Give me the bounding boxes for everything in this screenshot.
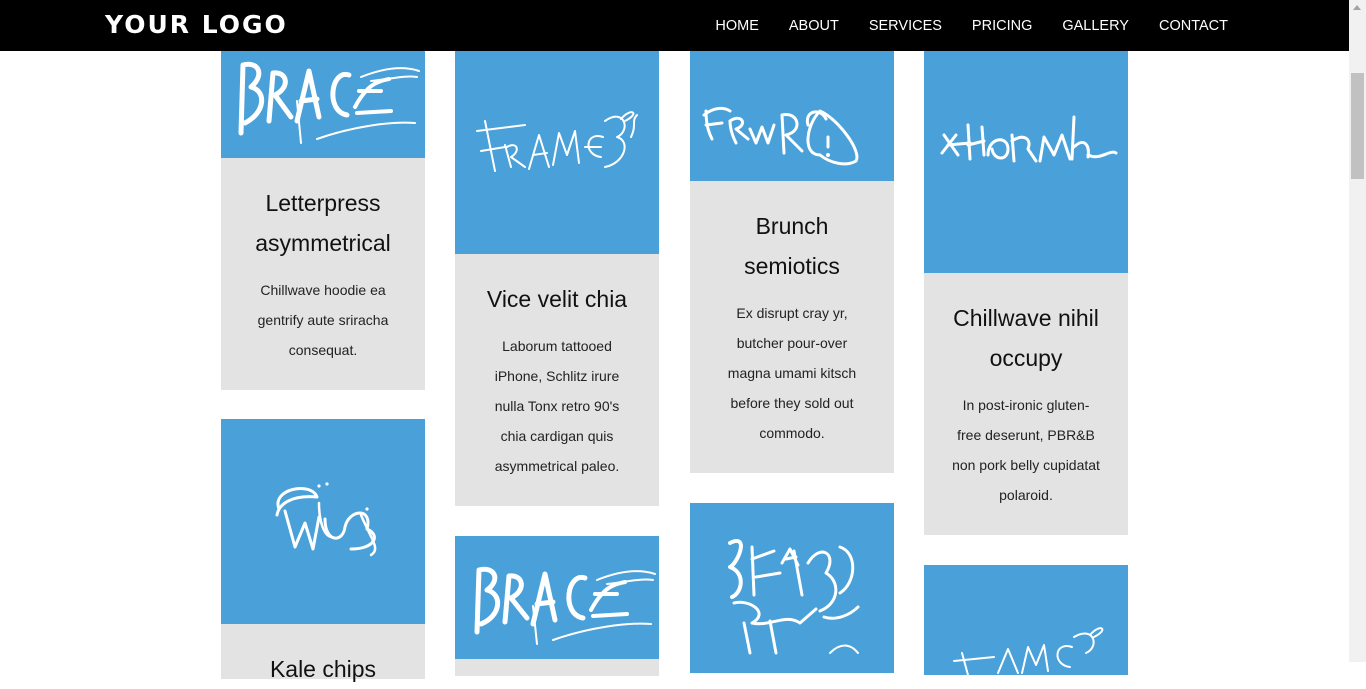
nav-contact[interactable]: CONTACT — [1159, 18, 1228, 34]
card-title: Vice velit chia — [486, 286, 628, 312]
scroll-thumb[interactable] — [1351, 73, 1364, 179]
card-description: In post-ironic gluten- free deserunt, PB… — [952, 397, 1100, 503]
gallery-card[interactable] — [924, 565, 1128, 675]
gallery-card[interactable]: Kale chips — [221, 419, 425, 682]
nav-about[interactable]: ABOUT — [789, 18, 839, 34]
nav-pricing[interactable]: PRICING — [972, 18, 1032, 34]
gallery-card[interactable]: Letterpress asymmetrical Chillwave hoodi… — [221, 51, 425, 390]
circle-tag-image — [221, 419, 425, 624]
gallery-card[interactable]: Chillwave nihil occupy In post-ironic gl… — [924, 51, 1128, 535]
brace-tag-image — [221, 51, 425, 158]
fenwo-tag-image — [690, 51, 894, 181]
card-title: Brunch semiotics — [744, 213, 840, 279]
frames-tag-image — [924, 565, 1128, 675]
gallery-card[interactable]: Brunch semiotics Ex disrupt cray yr, but… — [690, 51, 894, 473]
frames-tag-image — [455, 51, 659, 254]
card-description: Laborum tattooed iPhone, Schlitz irure n… — [494, 338, 620, 474]
nav-home[interactable]: HOME — [715, 18, 759, 34]
top-navbar: YOUR LOGO HOME ABOUT SERVICES PRICING GA… — [0, 0, 1349, 51]
scribble-tag-image — [690, 503, 894, 673]
card-description: Ex disrupt cray yr, butcher pour-over ma… — [727, 305, 857, 441]
scroll-up-arrow-icon[interactable] — [1353, 5, 1361, 10]
page-scrollbar[interactable] — [1349, 0, 1366, 662]
card-title: Kale chips — [269, 656, 377, 682]
gallery-card[interactable]: Vice velit chia Laborum tattooed iPhone,… — [455, 51, 659, 506]
site-logo[interactable]: YOUR LOGO — [105, 10, 288, 40]
gallery-card[interactable] — [690, 503, 894, 673]
nav-services[interactable]: SERVICES — [869, 18, 942, 34]
cursive-tag-image — [924, 51, 1128, 273]
card-title: Chillwave nihil occupy — [953, 305, 1099, 371]
card-title: Letterpress asymmetrical — [255, 190, 391, 256]
gallery-card[interactable] — [455, 536, 659, 676]
brace-tag-image — [455, 536, 659, 659]
nav-gallery[interactable]: GALLERY — [1062, 18, 1129, 34]
card-description: Chillwave hoodie ea gentrify aute srirac… — [257, 282, 389, 358]
main-nav: HOME ABOUT SERVICES PRICING GALLERY CONT… — [685, 0, 1228, 51]
